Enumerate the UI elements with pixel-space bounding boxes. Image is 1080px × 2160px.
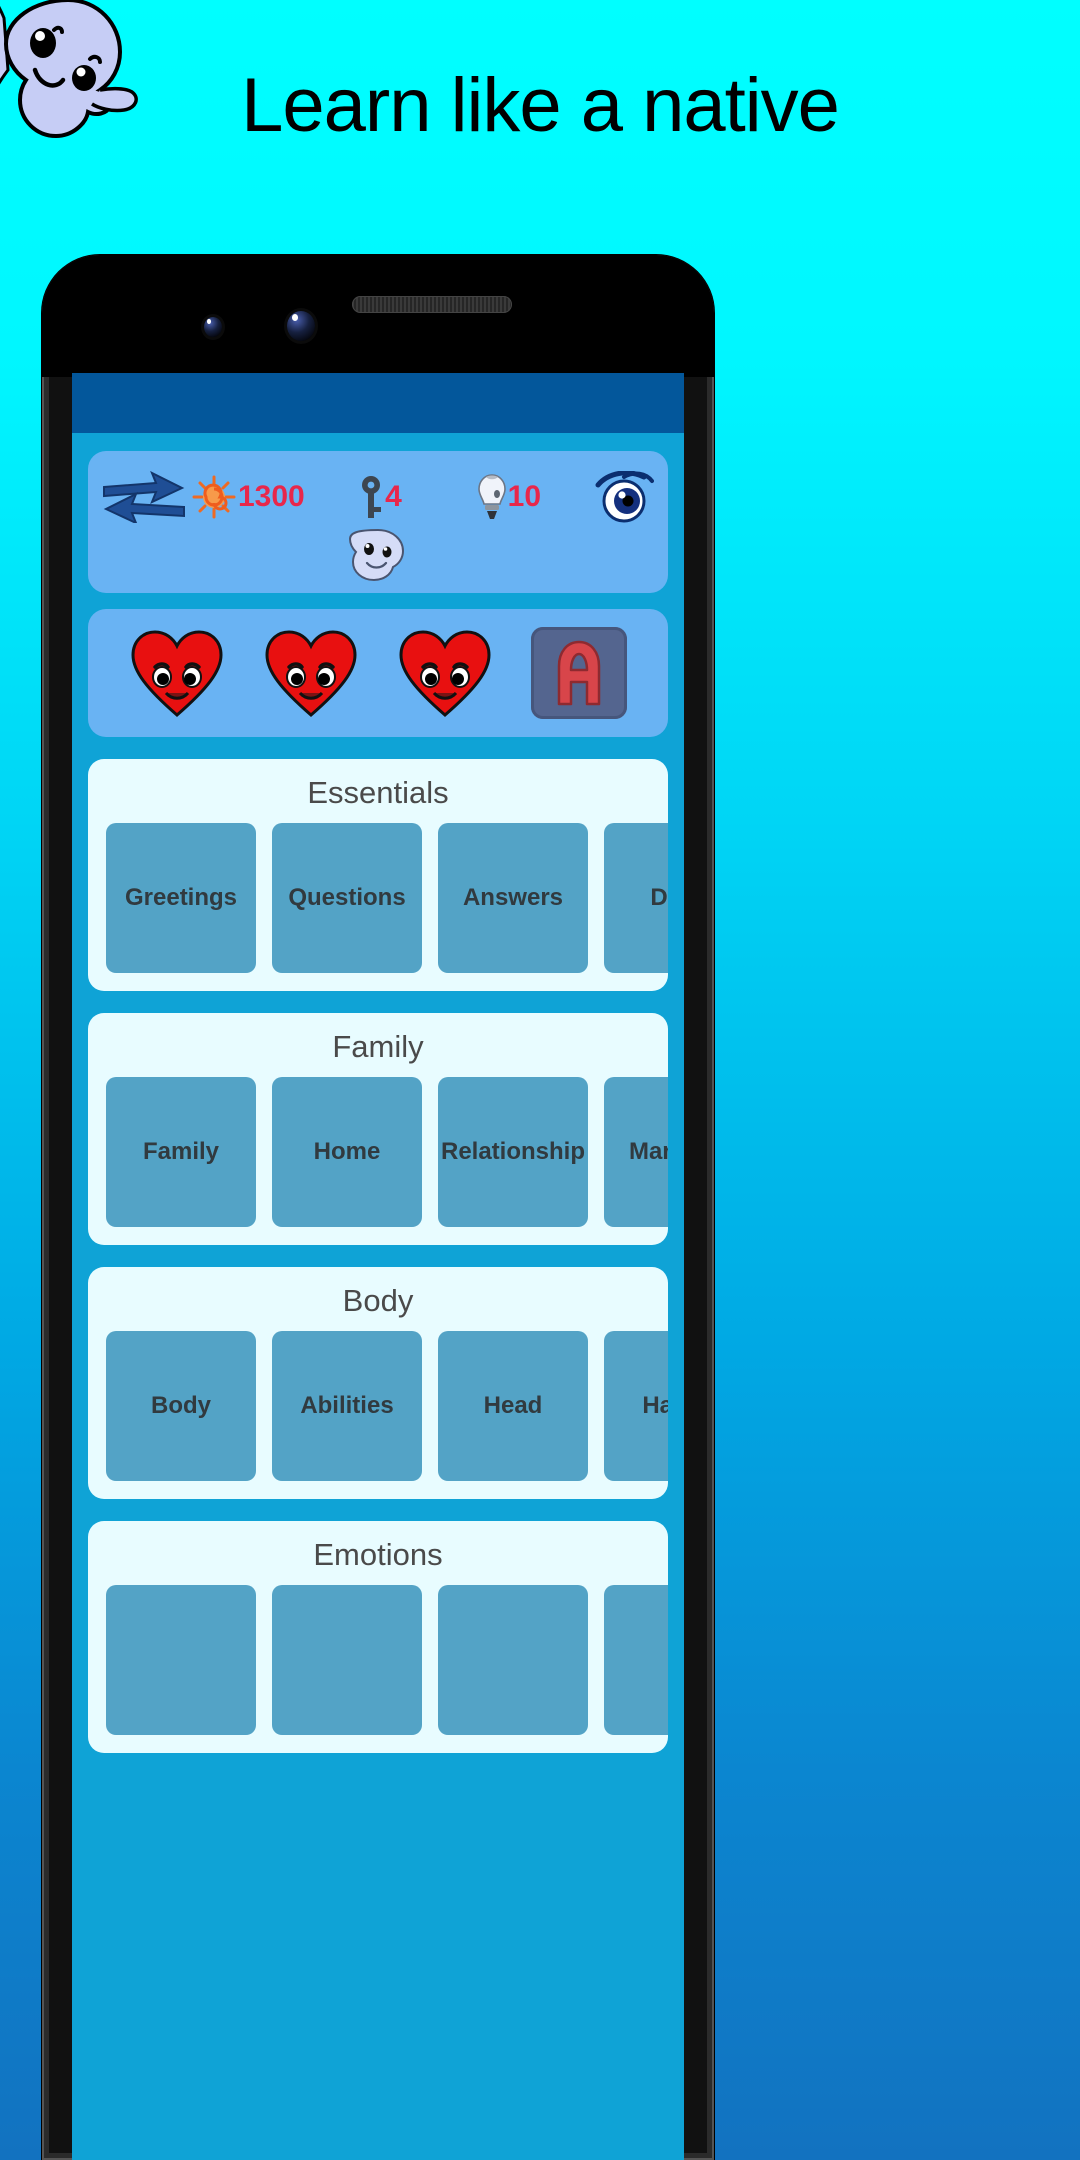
topic-tile[interactable] <box>604 1585 668 1735</box>
app-toolbar <box>72 373 684 433</box>
heart-face-icon <box>399 630 491 717</box>
front-camera-secondary-icon <box>287 311 315 341</box>
stat-coins[interactable]: 1300 <box>192 475 305 519</box>
heart-face-icon <box>265 630 357 717</box>
topic-tile[interactable]: Head <box>438 1331 588 1481</box>
page-headline: Learn like a native <box>241 63 840 148</box>
category-title: Body <box>342 1283 414 1318</box>
topic-tile[interactable]: Answers <box>438 823 588 973</box>
topic-tile[interactable]: Abilities <box>272 1331 422 1481</box>
topic-tile[interactable]: Relationship <box>438 1077 588 1227</box>
topic-tile[interactable]: Home <box>272 1077 422 1227</box>
lightbulb-icon <box>477 474 506 519</box>
category-section: Essentials Greetings Questions Answers D… <box>88 759 668 991</box>
stats-card: 1300 4 10 <box>88 451 668 593</box>
topic-tile[interactable] <box>106 1585 256 1735</box>
ghost-mascot-icon <box>0 0 138 139</box>
stat-swap[interactable] <box>102 471 192 523</box>
topic-tile[interactable]: Marriage <box>604 1077 668 1227</box>
earpiece-speaker-icon <box>352 296 512 313</box>
category-section: Family Family Home Relationship Marriage <box>88 1013 668 1245</box>
stat-eye[interactable] <box>594 471 654 523</box>
stat-hints[interactable]: 10 <box>477 473 542 521</box>
topic-row[interactable]: Family Home Relationship Marriage <box>88 1077 668 1227</box>
stat-coins-value: 1300 <box>238 480 305 513</box>
stats-mascot-row <box>102 525 654 583</box>
stat-hints-value: 10 <box>507 480 542 513</box>
topic-tile[interactable]: Body <box>106 1331 256 1481</box>
topic-tile[interactable] <box>272 1585 422 1735</box>
eye-icon[interactable] <box>594 471 654 523</box>
app-screen: 1300 4 10 Essentials Greetings Questions… <box>72 373 684 2160</box>
category-title: Essentials <box>307 775 449 810</box>
swap-arrows-icon[interactable] <box>102 471 186 523</box>
lives-card <box>88 609 668 737</box>
topic-row[interactable]: Body Abilities Head Hands <box>88 1331 668 1481</box>
stat-keys[interactable]: 4 <box>359 474 402 520</box>
topic-tile[interactable]: Questions <box>272 823 422 973</box>
category-section: Emotions <box>88 1521 668 1753</box>
stat-keys-value: 4 <box>385 480 402 513</box>
topic-tile[interactable]: Greetings <box>106 823 256 973</box>
phone-mockup: 1300 4 10 Essentials Greetings Questions… <box>42 255 714 2160</box>
key-icon <box>362 476 382 518</box>
topic-tile[interactable]: Hands <box>604 1331 668 1481</box>
letter-a-tile[interactable] <box>531 627 627 719</box>
category-title: Emotions <box>313 1537 443 1572</box>
sun-icon <box>192 475 236 519</box>
front-camera-icon <box>204 317 222 337</box>
heart-face-icon <box>131 630 223 717</box>
category-title: Family <box>332 1029 424 1064</box>
topic-row[interactable]: Greetings Questions Answers Days <box>88 823 668 973</box>
category-section: Body Body Abilities Head Hands <box>88 1267 668 1499</box>
letter-a-icon <box>557 640 601 706</box>
topic-tile[interactable]: Days <box>604 823 668 973</box>
phone-notch-area <box>42 255 714 377</box>
stats-row: 1300 4 10 <box>102 469 654 525</box>
topic-row[interactable] <box>88 1585 668 1735</box>
topic-tile[interactable]: Family <box>106 1077 256 1227</box>
topic-tile[interactable] <box>438 1585 588 1735</box>
ghost-mascot-small-icon[interactable] <box>345 527 411 583</box>
